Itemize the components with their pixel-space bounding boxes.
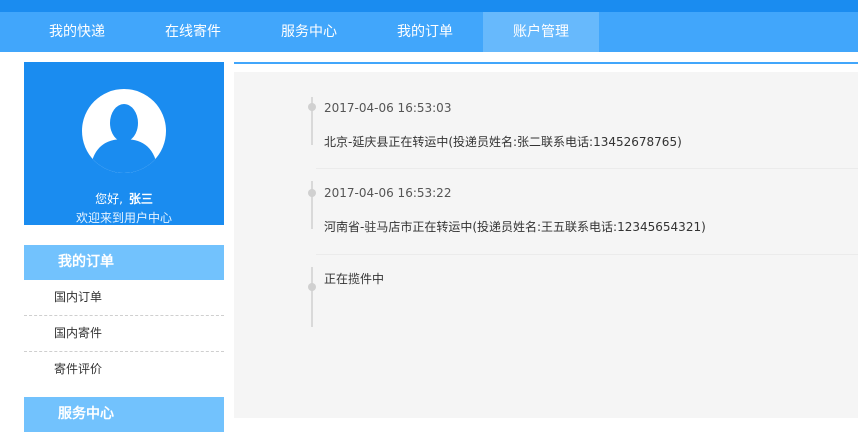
timeline-dot — [308, 103, 316, 111]
nav-account-management[interactable]: 账户管理 — [483, 12, 599, 52]
nav-my-express[interactable]: 我的快递 — [19, 12, 135, 52]
greeting-text: 您好, — [95, 192, 123, 206]
timeline-line — [311, 267, 313, 327]
timeline-dot — [308, 189, 316, 197]
service-panel: 服务中心 — [24, 397, 224, 432]
top-accent-bar — [0, 0, 858, 12]
timeline-divider — [316, 168, 858, 169]
user-silhouette-icon — [90, 104, 158, 173]
orders-panel: 我的订单 国内订单 国内寄件 寄件评价 — [24, 245, 224, 387]
orders-panel-title[interactable]: 我的订单 — [24, 245, 224, 280]
nav-service-center[interactable]: 服务中心 — [251, 12, 367, 52]
service-panel-title[interactable]: 服务中心 — [24, 397, 224, 432]
username: 张三 — [128, 192, 153, 206]
sidebar-item-domestic-orders[interactable]: 国内订单 — [24, 280, 224, 316]
sidebar-item-shipping-review[interactable]: 寄件评价 — [24, 352, 224, 387]
nav-online-shipping[interactable]: 在线寄件 — [135, 12, 251, 52]
timeline-dot — [308, 283, 316, 291]
user-profile-card: 您好, 张三 欢迎来到用户中心 — [24, 62, 224, 225]
timeline-time: 2017-04-06 16:53:22 — [324, 186, 452, 200]
timeline-text: 正在揽件中 — [324, 272, 385, 286]
timeline-divider — [316, 254, 858, 255]
greeting: 您好, 张三 — [24, 190, 224, 207]
avatar[interactable] — [82, 89, 166, 173]
timeline-text: 河南省-驻马店市正在转运中(投递员姓名:王五联系电话:12345654321) — [324, 220, 706, 234]
content-header-strip — [234, 64, 858, 72]
welcome-text: 欢迎来到用户中心 — [75, 211, 172, 225]
tracking-content: 2017-04-06 16:53:03 北京-延庆县正在转运中(投递员姓名:张二… — [234, 62, 858, 418]
sidebar-item-domestic-shipping[interactable]: 国内寄件 — [24, 316, 224, 352]
timeline-text: 北京-延庆县正在转运中(投递员姓名:张二联系电话:13452678765) — [324, 135, 682, 149]
timeline-time: 2017-04-06 16:53:03 — [324, 101, 452, 115]
nav-my-orders[interactable]: 我的订单 — [367, 12, 483, 52]
main-nav: 我的快递 在线寄件 服务中心 我的订单 账户管理 — [0, 12, 858, 52]
